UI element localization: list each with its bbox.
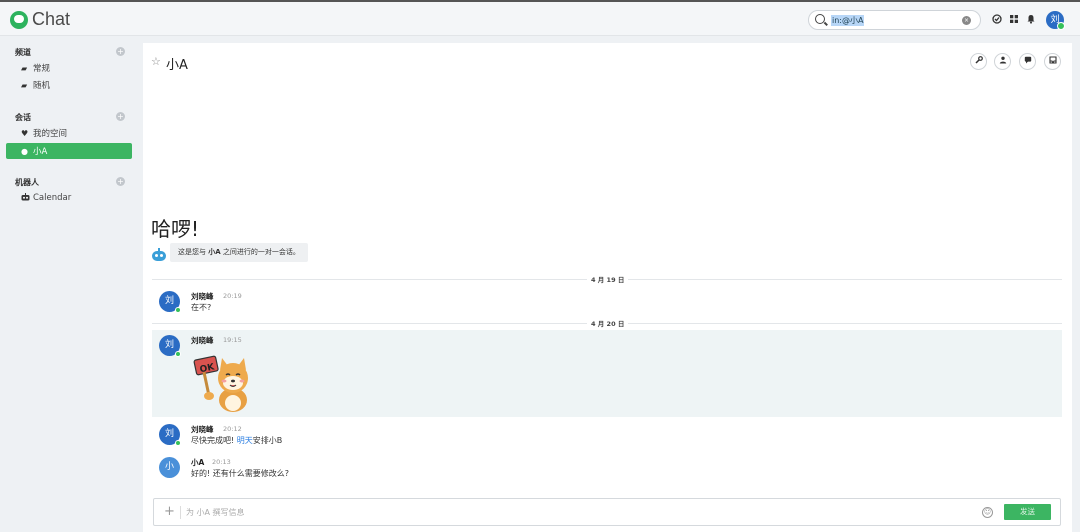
clear-search-icon[interactable]: ×	[962, 16, 971, 25]
add-channel-icon[interactable]: +	[116, 47, 125, 56]
message-text: 在不?	[191, 303, 212, 312]
star-icon[interactable]: ☆	[151, 55, 161, 68]
message-avatar[interactable]: 刘	[159, 291, 181, 313]
apps-grid-icon[interactable]	[1008, 14, 1020, 26]
message-author[interactable]: 小A	[191, 457, 204, 468]
message-avatar[interactable]: 刘	[159, 335, 181, 357]
user-avatar[interactable]: 刘	[1046, 11, 1065, 30]
send-button[interactable]: 发送	[1004, 504, 1051, 520]
wrench-icon[interactable]	[970, 53, 987, 70]
section-title-conversations: 会话	[15, 113, 31, 122]
message-composer: + ☺ 发送	[153, 498, 1061, 526]
message-time: 20:13	[212, 458, 231, 466]
message-time: 20:12	[223, 425, 242, 433]
dot-icon: ●	[21, 146, 28, 156]
section-title-channels: 频道	[15, 48, 31, 57]
sidebar-item-general[interactable]: ▰ 常规	[6, 60, 132, 76]
composer-divider	[180, 506, 181, 519]
message-text-part: 安排小B	[252, 436, 283, 445]
message-avatar[interactable]: 刘	[159, 424, 181, 446]
sidebar-item-my-space[interactable]: ♥ 我的空间	[6, 125, 132, 141]
ok-dog-sticker[interactable]: OK	[193, 348, 257, 414]
chat-bubble-icon: ▰	[21, 80, 28, 90]
search-box[interactable]: in:@小A ×	[808, 10, 981, 30]
bell-icon[interactable]	[1025, 14, 1037, 26]
message-time: 19:15	[223, 336, 242, 344]
search-input[interactable]: in:@小A	[831, 15, 865, 26]
online-status-icon	[175, 440, 181, 446]
app-name: Chat	[32, 9, 71, 29]
avatar-text: 刘	[164, 429, 174, 439]
sidebar-item-label: 随机	[33, 81, 51, 91]
avatar-text: 刘	[164, 340, 174, 350]
sidebar: 频道 + ▰ 常规 ▰ 随机 会话 + ♥ 我的空间 ● 小A 机器人 + Ca…	[0, 36, 140, 532]
message-highlight-link[interactable]: 明天	[237, 436, 253, 445]
date-label: 4 月 20 日	[587, 318, 629, 328]
message-author[interactable]: 刘晓峰	[191, 335, 214, 346]
sidebar-item-label: 常规	[33, 64, 51, 74]
avatar-text: 刘	[164, 296, 174, 306]
message-input[interactable]	[186, 505, 966, 520]
add-conversation-icon[interactable]: +	[116, 112, 125, 121]
chat-logo-icon	[10, 10, 28, 29]
intro-name: 小A	[208, 248, 221, 256]
add-attachment-icon[interactable]: +	[164, 505, 175, 519]
check-circle-icon[interactable]	[991, 14, 1003, 26]
sidebar-item-random[interactable]: ▰ 随机	[6, 77, 132, 93]
message-text: 尽快完成吧! 明天安排小B	[191, 435, 282, 446]
channel-title: 小A	[166, 58, 188, 73]
channel-header: ☆ 小A	[143, 43, 1072, 79]
conversation-panel: ☆ 小A 哈啰! 这是您与 小A 之间进行的一对一会话。 4 月 19 日 刘 …	[143, 43, 1072, 532]
message-time: 20:19	[223, 292, 242, 300]
sidebar-item-label: 我的空间	[33, 129, 68, 139]
avatar-text: 小	[164, 462, 174, 472]
conversation-intro: 这是您与 小A 之间进行的一对一会话。	[170, 243, 308, 262]
sidebar-item-calendar[interactable]: Calendar	[6, 190, 132, 206]
message-author[interactable]: 刘晓峰	[191, 291, 214, 302]
person-icon[interactable]	[994, 53, 1011, 70]
top-bar: Chat in:@小A × 刘	[0, 0, 1080, 36]
sidebar-item-label: 小A	[33, 147, 48, 157]
greeting-heading: 哈啰!	[151, 217, 200, 241]
section-title-bots: 机器人	[15, 178, 39, 187]
highlighted-message	[152, 330, 1062, 417]
intro-prefix: 这是您与	[178, 248, 209, 256]
message-author[interactable]: 刘晓峰	[191, 424, 214, 435]
search-icon	[815, 14, 825, 24]
message-text-part: 尽快完成吧!	[191, 436, 237, 445]
online-status-icon	[175, 307, 181, 313]
intro-suffix: 之间进行的一对一会话。	[220, 248, 300, 256]
inbox-icon[interactable]	[1044, 53, 1061, 70]
bot-icon	[151, 248, 167, 262]
sidebar-item-xiao-a[interactable]: ● 小A	[6, 143, 132, 159]
heart-icon: ♥	[21, 128, 29, 138]
sidebar-item-label: Calendar	[33, 193, 72, 203]
online-status-icon	[175, 351, 181, 357]
emoji-icon[interactable]: ☺	[982, 507, 993, 518]
chat-bubble-icon: ▰	[21, 63, 28, 73]
date-label: 4 月 19 日	[587, 274, 629, 284]
message-avatar[interactable]: 小	[159, 457, 180, 478]
message-text: 好的! 还有什么需要修改么?	[191, 469, 289, 478]
chat-icon[interactable]	[1019, 53, 1036, 70]
robot-icon	[21, 193, 33, 203]
add-bot-icon[interactable]: +	[116, 177, 125, 186]
app-logo[interactable]: Chat	[10, 9, 70, 30]
